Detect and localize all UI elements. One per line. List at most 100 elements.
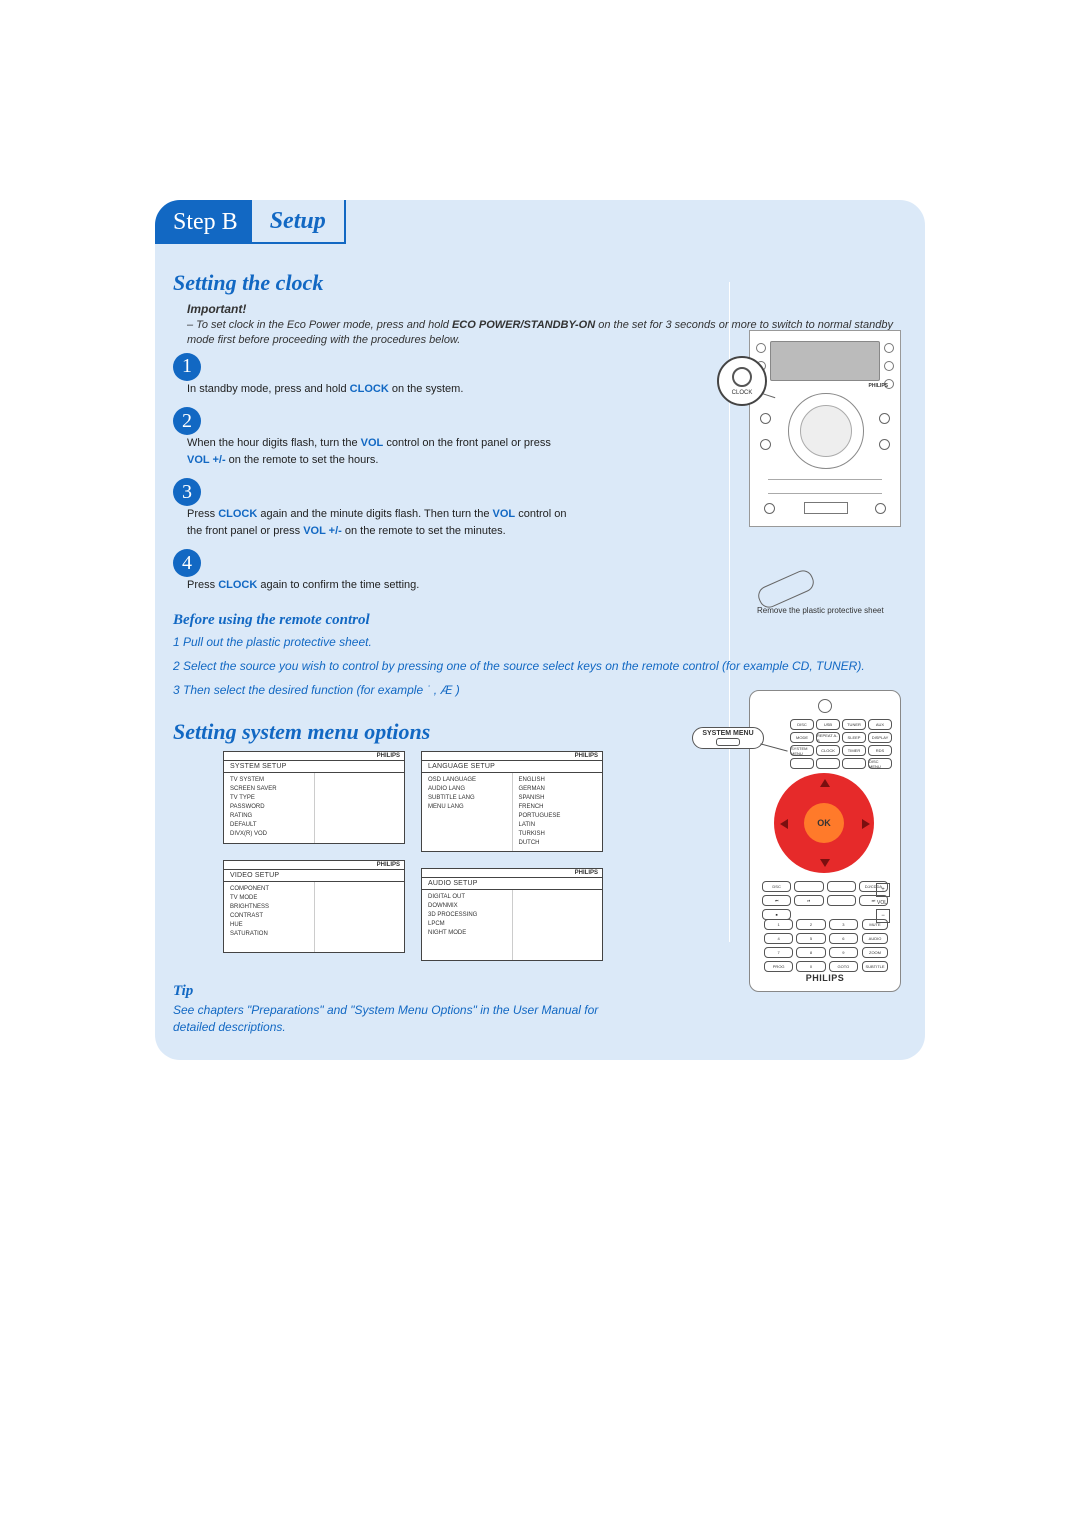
menu-item: SUBTITLE LANG [428,794,506,803]
remote-num-btn: 8 [796,947,825,958]
remote-btn: TIMER [842,745,866,756]
menu-value: LATIN [519,821,597,830]
remote-sheet-diagram: Remove the plastic protective sheet [757,578,897,615]
power-icon [818,699,832,713]
remote-btn [816,758,840,769]
remote-num-btn: PROG [764,961,793,972]
remote-btn: ⏮ [762,895,791,906]
remote-step-2: 2 Select the source you wish to control … [173,657,897,675]
remote-btn: TUNER [842,719,866,730]
menu-system-setup: PHILIPS SYSTEM SETUP TV SYSTEMSCREEN SAV… [223,751,405,844]
remote-num-btn: 2 [796,919,825,930]
remote-num-btn: GOTO [829,961,858,972]
clock-button-icon [732,367,752,387]
remote-btn: SLEEP [842,732,866,743]
arrow-left-icon [780,819,788,829]
step-number-2: 2 [173,407,201,435]
remote-num-btn: 1 [764,919,793,930]
menu-item: DIVX(R) VOD [230,830,308,839]
step-b-badge: Step B [155,200,252,244]
menu-value: TURKISH [519,830,597,839]
menu-item: 3D PROCESSING [428,911,506,920]
clock-callout: CLOCK [717,356,767,406]
remote-btn: DISC [790,719,814,730]
menu-item: RATING [230,812,308,821]
menu-value: DUTCH [519,839,597,848]
menu-item: HUE [230,921,308,930]
remote-btn: REPEAT A-B [816,732,840,743]
remote-btn [827,881,856,892]
remote-num-btn: 7 [764,947,793,958]
remote-side-btn: ZOOM [862,947,888,958]
menu-value: ENGLISH [519,776,597,785]
device-brand: PHILIPS [869,383,888,389]
menu-video-setup: PHILIPS VIDEO SETUP COMPONENTTV MODEBRIG… [223,860,405,953]
step-number-3: 3 [173,478,201,506]
step-text-4: Press CLOCK again to confirm the time se… [187,577,567,594]
step-text-1: In standby mode, press and hold CLOCK on… [187,381,567,398]
remote-btn [794,881,823,892]
system-menu-callout: SYSTEM MENU [692,727,764,749]
important-label: Important! [187,302,897,316]
menu-language-setup: PHILIPS LANGUAGE SETUP OSD LANGUAGEAUDIO… [421,751,603,852]
step-banner: Step B Setup [155,200,925,244]
remote-btn [842,758,866,769]
step-number-4: 4 [173,549,201,577]
remote-btn: SYSTEM MENU [790,745,814,756]
menu-item: DIGITAL OUT [428,893,506,902]
remote-btn [827,895,856,906]
remote-side-btn: AUDIO [862,933,888,944]
remote-side-btn: MUTE [862,919,888,930]
menu-item: PASSWORD [230,803,308,812]
remote-num-btn: 0 [796,961,825,972]
menu-item: MENU LANG [428,803,506,812]
menu-item: AUDIO LANG [428,785,506,794]
remote-num-btn: 4 [764,933,793,944]
menu-value: GERMAN [519,785,597,794]
menu-item: COMPONENT [230,885,308,894]
menu-item: BRIGHTNESS [230,903,308,912]
remote-btn: USB [816,719,840,730]
arrow-up-icon [820,779,830,787]
remote-btn: DSC [762,881,791,892]
remote-btn: CLOCK [816,745,840,756]
menu-item: CONTRAST [230,912,308,921]
remote-btn [790,758,814,769]
menu-value: FRENCH [519,803,597,812]
menu-item: DOWNMIX [428,902,506,911]
menu-value: SPANISH [519,794,597,803]
step-row-4: 4 [173,553,897,577]
remote-num-btn: 6 [829,933,858,944]
remote-side-btn: SUBTITLE [862,961,888,972]
arrow-down-icon [820,859,830,867]
menu-item: TV SYSTEM [230,776,308,785]
remote-btn: DISPLAY [868,732,892,743]
menu-item: LPCM [428,920,506,929]
remote-btn: MODE [790,732,814,743]
step-text-3: Press CLOCK again and the minute digits … [187,506,567,539]
step-text-2: When the hour digits flash, turn the VOL… [187,435,567,468]
remote-control-diagram: DISCUSBTUNERAUX MODEREPEAT A-BSLEEPDISPLA… [749,690,901,992]
remote-brand: PHILIPS [750,973,900,983]
menu-item: TV MODE [230,894,308,903]
remote-btn: AUX [868,719,892,730]
remote-step-1: 1 Pull out the plastic protective sheet. [173,633,897,651]
remote-btn: DISC MENU [868,758,892,769]
remote-num-btn: 5 [796,933,825,944]
menu-audio-setup: PHILIPS AUDIO SETUP DIGITAL OUTDOWNMIX3D… [421,868,603,961]
clock-label: CLOCK [732,390,753,396]
arrow-right-icon [862,819,870,829]
menu-item: SATURATION [230,930,308,939]
menu-item: SCREEN SAVER [230,785,308,794]
menu-item: DEFAULT [230,821,308,830]
remote-btn: RDS [868,745,892,756]
menu-item: TV TYPE [230,794,308,803]
remote-num-btn: 3 [829,919,858,930]
device-diagram: PHILIPS [749,330,901,527]
tip-text: See chapters "Preparations" and "System … [173,1002,603,1036]
step-setup-label: Setup [252,200,346,244]
menu-item: NIGHT MODE [428,929,506,938]
remote-btn: ⏯ [794,895,823,906]
menu-item: OSD LANGUAGE [428,776,506,785]
remote-num-btn: 9 [829,947,858,958]
